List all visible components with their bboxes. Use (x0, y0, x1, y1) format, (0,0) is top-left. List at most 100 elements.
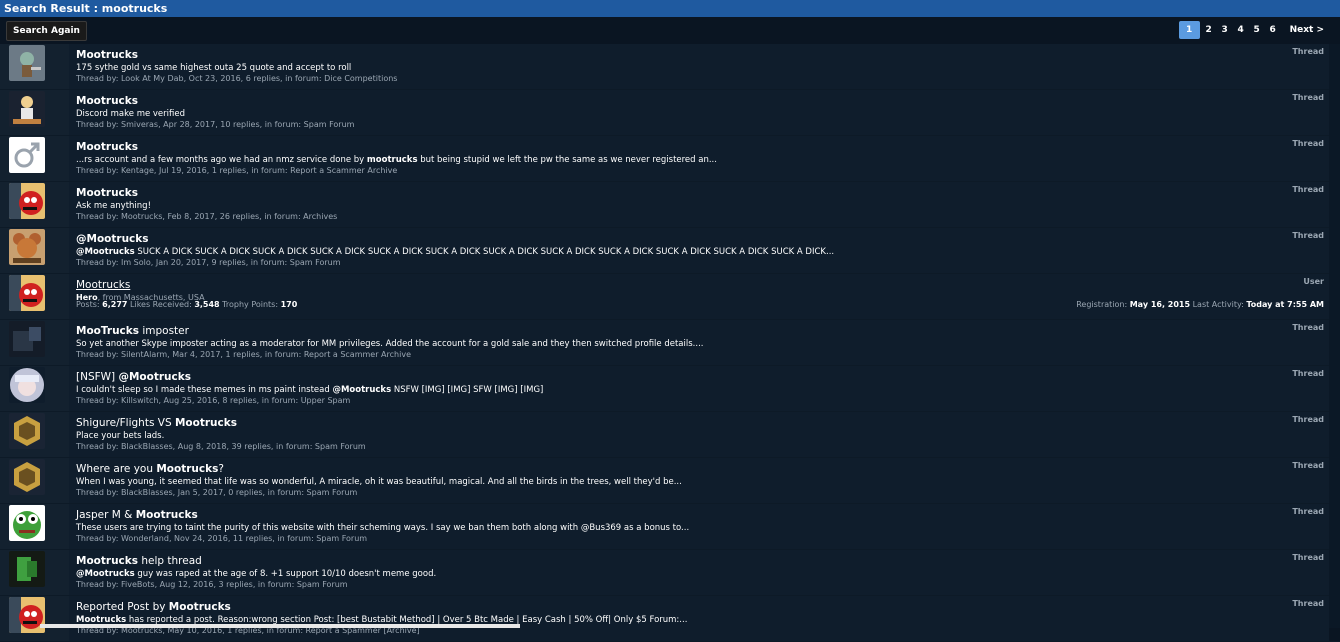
search-again-button[interactable]: Search Again (6, 21, 87, 41)
avatar-gold-badge-icon[interactable] (9, 413, 45, 449)
avatar-green-logo-icon[interactable] (9, 551, 45, 587)
avatar-column (0, 596, 69, 641)
result-title-link[interactable]: Mootrucks help thread (76, 555, 202, 567)
avatar-column (0, 504, 69, 549)
thread-result-row[interactable]: Mootrucks 175 sythe gold vs same highest … (0, 44, 1340, 90)
avatar-column (0, 366, 69, 411)
result-type-label: Thread (1292, 507, 1324, 516)
page-4-link[interactable]: 4 (1234, 21, 1248, 39)
avatar-column (0, 320, 69, 365)
result-meta: Thread by: Look At My Dab, Oct 23, 2016,… (76, 74, 398, 83)
thread-result-row[interactable]: Mootrucks ...rs account and a few months … (0, 136, 1340, 182)
user-stats: Posts: 6,277 Likes Received: 3,548 Troph… (76, 300, 298, 309)
thread-result-row[interactable]: Jasper M & Mootrucks These users are tryi… (0, 504, 1340, 550)
result-type-label: Thread (1292, 185, 1324, 194)
result-meta: Thread by: Im Solo, Jan 20, 2017, 9 repl… (76, 258, 341, 267)
results-list: Mootrucks 175 sythe gold vs same highest … (0, 44, 1340, 642)
avatar-anime-icon[interactable] (9, 367, 45, 403)
result-type-label: Thread (1292, 93, 1324, 102)
result-snippet: These users are trying to taint the puri… (76, 523, 690, 533)
avatar-squidward-icon[interactable] (9, 45, 45, 81)
result-snippet: Ask me anything! (76, 201, 151, 211)
thread-result-row[interactable]: @Mootrucks @Mootrucks SUCK A DICK SUCK A … (0, 228, 1340, 274)
result-type-label: Thread (1292, 139, 1324, 148)
result-content: Jasper M & Mootrucks These users are tryi… (69, 504, 1329, 549)
result-content: Mootrucks Discord make me verified Thread … (69, 90, 1329, 135)
avatar-male-symbol-icon[interactable] (9, 137, 45, 173)
result-snippet: @Mootrucks guy was raped at the age of 8… (76, 569, 437, 579)
result-content: Mootrucks help thread @Mootrucks guy was … (69, 550, 1329, 595)
result-meta: Thread by: SilentAlarm, Mar 4, 2017, 1 r… (76, 350, 411, 359)
result-title-link[interactable]: Jasper M & Mootrucks (76, 509, 198, 521)
scrollbar[interactable] (1329, 44, 1340, 628)
result-content: Mootrucks ...rs account and a few months … (69, 136, 1329, 181)
result-title-link[interactable]: Where are you Mootrucks? (76, 463, 224, 475)
page-6-link[interactable]: 6 (1266, 21, 1280, 39)
result-title-link[interactable]: MooTrucks imposter (76, 325, 189, 337)
result-meta: Thread by: BlackBlasses, Aug 8, 2018, 39… (76, 442, 366, 451)
result-content: MooTrucks imposter So yet another Skype i… (69, 320, 1329, 365)
result-content: Where are you Mootrucks? When I was young… (69, 458, 1329, 503)
result-title-link[interactable]: Mootrucks (76, 49, 138, 61)
result-snippet: 175 sythe gold vs same highest outa 25 q… (76, 63, 352, 73)
result-meta: Thread by: Mootrucks, Feb 8, 2017, 26 re… (76, 212, 338, 221)
thread-result-row[interactable]: Mootrucks Ask me anything! Thread by: Moot… (0, 182, 1340, 228)
result-type-label: Thread (1292, 323, 1324, 332)
avatar-column (0, 182, 69, 227)
page-3-link[interactable]: 3 (1218, 21, 1232, 39)
result-content: Mootrucks Ask me anything! Thread by: Moot… (69, 182, 1329, 227)
user-result-row[interactable]: Mootrucks Hero, from Massachusetts, USA Po… (0, 274, 1340, 320)
result-title-link[interactable]: Mootrucks (76, 187, 138, 199)
horizontal-scrollbar[interactable] (40, 624, 520, 628)
pagination: 1 2 3 4 5 6 Next > (1178, 21, 1328, 39)
avatar-pepe-icon[interactable] (9, 505, 45, 541)
thread-result-row[interactable]: Where are you Mootrucks? When I was young… (0, 458, 1340, 504)
avatar-column (0, 274, 69, 319)
thread-result-row[interactable]: Reported Post by Mootrucks Mootrucks has … (0, 596, 1340, 642)
avatar-red-cartoon-icon[interactable] (9, 183, 45, 219)
result-meta: Thread by: BlackBlasses, Jan 5, 2017, 0 … (76, 488, 358, 497)
avatar-jerry-icon[interactable] (9, 229, 45, 265)
result-meta: Thread by: FiveBots, Aug 12, 2016, 3 rep… (76, 580, 348, 589)
result-type-label: Thread (1292, 599, 1324, 608)
result-title-link[interactable]: Mootrucks (76, 279, 130, 291)
thread-result-row[interactable]: Mootrucks Discord make me verified Thread … (0, 90, 1340, 136)
result-title-link[interactable]: Reported Post by Mootrucks (76, 601, 231, 613)
result-title-link[interactable]: Mootrucks (76, 95, 138, 107)
result-type-label: Thread (1292, 415, 1324, 424)
avatar-column (0, 412, 69, 457)
thread-result-row[interactable]: Shigure/Flights VS Mootrucks Place your b… (0, 412, 1340, 458)
result-content: Mootrucks 175 sythe gold vs same highest … (69, 44, 1329, 89)
result-title-link[interactable]: [NSFW] @Mootrucks (76, 371, 191, 383)
result-snippet: @Mootrucks SUCK A DICK SUCK A DICK SUCK … (76, 247, 835, 257)
page-title: Search Result : mootrucks (0, 0, 1340, 17)
next-page-link[interactable]: Next > (1286, 21, 1328, 39)
result-meta: Thread by: Killswitch, Aug 25, 2016, 8 r… (76, 396, 351, 405)
controls-bar: Search Again 1 2 3 4 5 6 Next > (0, 17, 1340, 44)
result-type-label: Thread (1292, 47, 1324, 56)
thread-result-row[interactable]: MooTrucks imposter So yet another Skype i… (0, 320, 1340, 366)
avatar-column (0, 228, 69, 273)
result-meta: Thread by: Kentage, Jul 19, 2016, 1 repl… (76, 166, 398, 175)
result-snippet: When I was young, it seemed that life wa… (76, 477, 682, 487)
avatar-red-cartoon-icon[interactable] (9, 275, 45, 311)
result-meta: Thread by: Wonderland, Nov 24, 2016, 11 … (76, 534, 368, 543)
page-1-link[interactable]: 1 (1178, 21, 1200, 39)
avatar-gold-badge-icon[interactable] (9, 459, 45, 495)
result-type-label: Thread (1292, 553, 1324, 562)
page-2-link[interactable]: 2 (1202, 21, 1216, 39)
thread-result-row[interactable]: Mootrucks help thread @Mootrucks guy was … (0, 550, 1340, 596)
avatar-smiveras-icon[interactable] (9, 91, 45, 127)
result-title-link[interactable]: Mootrucks (76, 141, 138, 153)
result-snippet: I couldn't sleep so I made these memes i… (76, 385, 544, 395)
result-snippet: Discord make me verified (76, 109, 185, 119)
avatar-column (0, 90, 69, 135)
result-snippet: So yet another Skype imposter acting as … (76, 339, 704, 349)
thread-result-row[interactable]: [NSFW] @Mootrucks I couldn't sleep so I m… (0, 366, 1340, 412)
result-content: Mootrucks Hero, from Massachusetts, USA Po… (69, 274, 1329, 319)
avatar-dark-scene-icon[interactable] (9, 321, 45, 357)
result-type-label: User (1303, 277, 1324, 286)
result-title-link[interactable]: @Mootrucks (76, 233, 149, 245)
result-title-link[interactable]: Shigure/Flights VS Mootrucks (76, 417, 237, 429)
page-5-link[interactable]: 5 (1250, 21, 1264, 39)
